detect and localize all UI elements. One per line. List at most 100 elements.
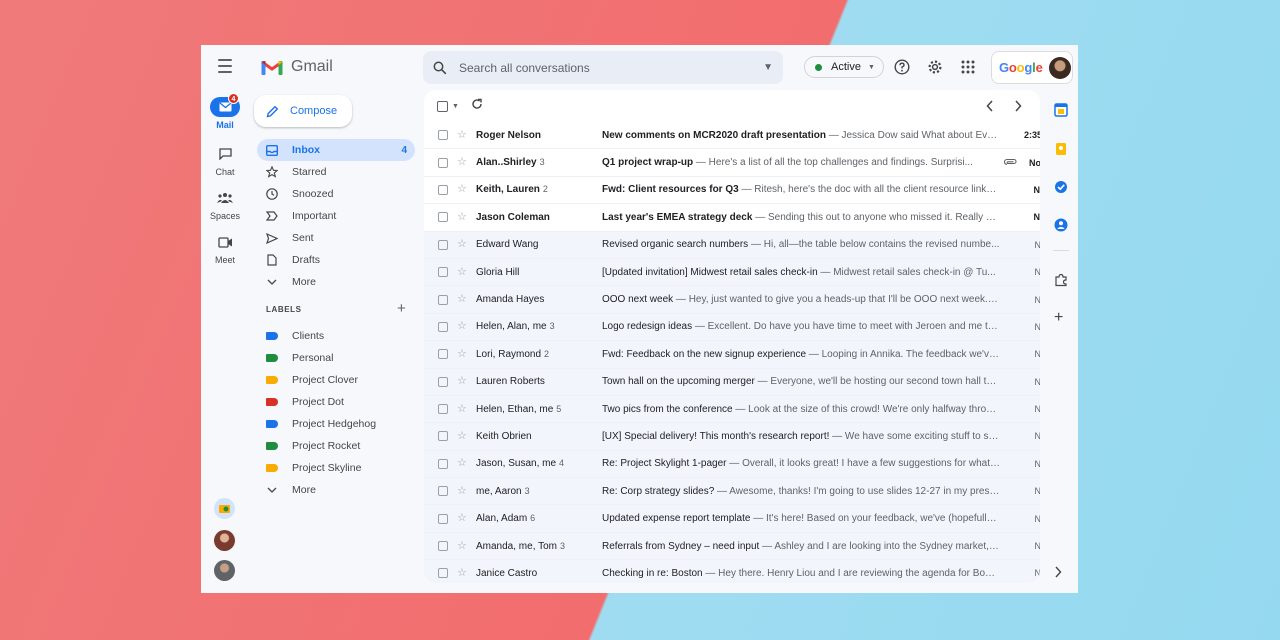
mail-row[interactable]: ☆ Janice Castro Checking in re: Boston — H… — [424, 560, 1040, 583]
row-checkbox[interactable] — [438, 239, 448, 250]
add-label-icon[interactable]: + — [397, 300, 406, 317]
mail-row[interactable]: ☆ me, Aaron 3 Re: Corp strategy slides? — A… — [424, 478, 1040, 506]
mail-row[interactable]: ☆ Alan..Shirley 3 Q1 project wrap-up — Here… — [424, 149, 1040, 177]
nav-item-snoozed[interactable]: Snoozed — [257, 183, 415, 205]
label-item-project-rocket[interactable]: Project Rocket — [257, 435, 415, 457]
star-icon[interactable]: ☆ — [457, 513, 469, 524]
account-avatar[interactable] — [1048, 56, 1071, 79]
row-checkbox[interactable] — [438, 267, 448, 278]
calendar-icon[interactable] — [1054, 103, 1068, 117]
nav-item-sent[interactable]: Sent — [257, 227, 415, 249]
label-item-project-hedgehog[interactable]: Project Hedgehog — [257, 413, 415, 435]
settings-gear-icon[interactable] — [926, 58, 944, 76]
space-avatar[interactable] — [214, 498, 235, 519]
row-checkbox[interactable] — [438, 130, 448, 141]
star-icon[interactable]: ☆ — [457, 211, 469, 223]
row-checkbox[interactable] — [438, 431, 448, 442]
mail-row[interactable]: ☆ Jason, Susan, me 4 Re: Project Skylight 1… — [424, 450, 1040, 479]
star-icon[interactable]: ☆ — [457, 321, 469, 332]
mail-row[interactable]: ☆ Roger Nelson New comments on MCR2020 dra… — [424, 122, 1040, 150]
compose-button[interactable]: Compose — [254, 95, 352, 127]
star-icon[interactable]: ☆ — [457, 485, 469, 497]
nav-item-starred[interactable]: Starred — [257, 161, 415, 183]
gmail-logo[interactable]: Gmail — [261, 58, 333, 76]
mail-row[interactable]: ☆ Keith Obrien [UX] Special delivery! This… — [424, 423, 1040, 451]
account-switcher[interactable]: Google — [991, 51, 1073, 84]
tasks-icon[interactable] — [1054, 180, 1068, 194]
main-menu-icon[interactable] — [214, 59, 236, 75]
star-icon[interactable]: ☆ — [457, 157, 469, 168]
star-icon[interactable]: ☆ — [457, 430, 469, 442]
star-icon[interactable]: ☆ — [457, 567, 469, 579]
mail-row[interactable]: ☆ Lori, Raymond 2 Fwd: Feedback on the new … — [424, 341, 1040, 369]
row-checkbox[interactable] — [438, 513, 448, 524]
mail-row[interactable]: ☆ Lauren Roberts Town hall on the upcoming… — [424, 368, 1040, 396]
row-checkbox[interactable] — [438, 212, 448, 223]
star-icon[interactable]: ☆ — [457, 540, 469, 552]
expand-panel-icon[interactable] — [1054, 565, 1068, 579]
star-icon[interactable]: ☆ — [457, 403, 469, 415]
row-checkbox[interactable] — [438, 321, 448, 332]
nav-item-drafts[interactable]: Drafts — [257, 249, 415, 271]
keep-icon[interactable] — [1054, 142, 1068, 156]
star-icon[interactable]: ☆ — [457, 376, 469, 387]
search-options-icon[interactable]: ▼ — [763, 62, 773, 73]
label-item-project-dot[interactable]: Project Dot — [257, 391, 415, 413]
star-icon[interactable]: ☆ — [457, 184, 469, 195]
row-checkbox[interactable] — [438, 541, 448, 552]
row-checkbox[interactable] — [438, 184, 448, 195]
star-icon[interactable]: ☆ — [457, 266, 469, 278]
row-checkbox[interactable] — [438, 157, 448, 168]
star-icon[interactable]: ☆ — [457, 294, 469, 305]
rail-item-meet[interactable]: Meet — [201, 232, 249, 265]
label-item-personal[interactable]: Personal — [257, 347, 415, 369]
select-all-checkbox[interactable] — [437, 100, 448, 112]
row-checkbox[interactable] — [438, 568, 448, 579]
help-icon[interactable] — [893, 58, 911, 76]
row-checkbox[interactable] — [438, 458, 448, 469]
mail-row[interactable]: ☆ Jason Coleman Last year's EMEA strategy … — [424, 204, 1040, 232]
addons-puzzle-icon[interactable] — [1054, 273, 1068, 287]
mail-date: Nov 6 — [1034, 376, 1040, 387]
row-checkbox[interactable] — [438, 349, 448, 360]
mail-row[interactable]: ☆ Amanda Hayes OOO next week — Hey, just w… — [424, 286, 1040, 314]
newer-page-icon[interactable] — [986, 99, 994, 117]
apps-grid-icon[interactable] — [959, 58, 977, 76]
star-icon[interactable]: ☆ — [457, 129, 469, 141]
nav-item-important[interactable]: Important — [257, 205, 415, 227]
nav-item-more[interactable]: More — [257, 271, 415, 293]
rail-item-chat[interactable]: Chat — [201, 144, 249, 177]
contact-avatar[interactable] — [214, 530, 235, 551]
status-dropdown[interactable]: Active ▼ — [804, 56, 884, 78]
contact-avatar[interactable] — [214, 560, 235, 581]
older-page-icon[interactable] — [1014, 99, 1022, 117]
labels-more[interactable]: More — [257, 479, 415, 501]
mail-row[interactable]: ☆ Keith, Lauren 2 Fwd: Client resources for… — [424, 176, 1040, 205]
mail-row[interactable]: ☆ Amanda, me, Tom 3 Referrals from Sydney –… — [424, 532, 1040, 561]
mail-row[interactable]: ☆ Helen, Ethan, me 5 Two pics from the conf… — [424, 395, 1040, 424]
mail-row[interactable]: ☆ Alan, Adam 6 Updated expense report templ… — [424, 505, 1040, 533]
star-icon[interactable]: ☆ — [457, 458, 469, 469]
rail-item-mail[interactable]: 4 Mail — [201, 93, 249, 130]
add-addon-icon[interactable]: + — [1054, 310, 1068, 326]
mail-row[interactable]: ☆ Helen, Alan, me 3 Logo redesign ideas — E… — [424, 313, 1040, 342]
rail-item-spaces[interactable]: Spaces — [201, 188, 249, 221]
select-options-icon[interactable]: ▼ — [452, 103, 459, 110]
label-item-project-skyline[interactable]: Project Skyline — [257, 457, 415, 479]
contacts-icon[interactable] — [1054, 218, 1068, 232]
nav-item-inbox[interactable]: Inbox 4 — [257, 139, 415, 161]
refresh-icon[interactable] — [471, 97, 483, 115]
star-icon[interactable]: ☆ — [457, 348, 469, 360]
mail-row[interactable]: ☆ Edward Wang Revised organic search numbe… — [424, 231, 1040, 259]
search-icon[interactable] — [433, 61, 447, 75]
mail-row[interactable]: ☆ Gloria Hill [Updated invitation] Midwest… — [424, 258, 1040, 287]
search-bar[interactable]: Search all conversations ▼ — [423, 51, 783, 84]
row-checkbox[interactable] — [438, 404, 448, 415]
label-item-project-clover[interactable]: Project Clover — [257, 369, 415, 391]
row-checkbox[interactable] — [438, 294, 448, 305]
row-checkbox[interactable] — [438, 376, 448, 387]
label-item-clients[interactable]: Clients — [257, 325, 415, 347]
row-checkbox[interactable] — [438, 486, 448, 497]
star-icon[interactable]: ☆ — [457, 239, 469, 250]
search-input[interactable]: Search all conversations — [459, 61, 763, 75]
